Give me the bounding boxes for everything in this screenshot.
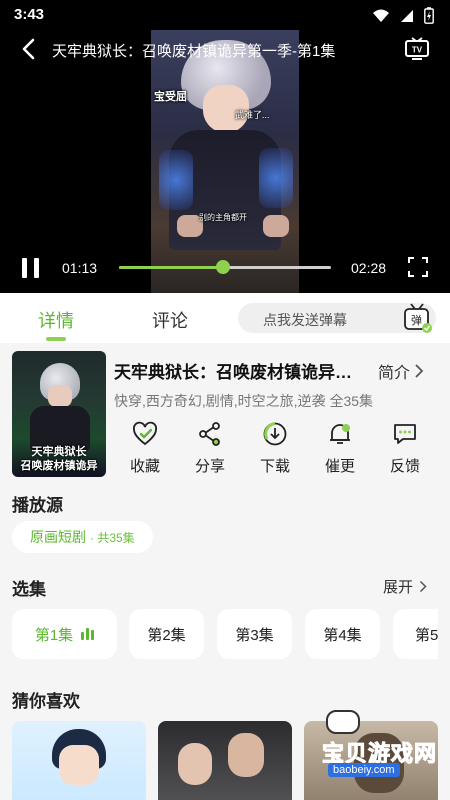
intro-link[interactable]: 简介: [378, 359, 424, 383]
watermark-url: baobeiy.com: [328, 763, 400, 777]
source-pill[interactable]: 原画短剧 · 共35集: [12, 521, 153, 553]
episode-item[interactable]: 第2集: [129, 609, 204, 659]
wifi-icon: [373, 9, 389, 22]
video-subtitle: 宝受屈: [154, 91, 187, 103]
progress-fill: [119, 266, 223, 269]
progress-thumb[interactable]: [215, 260, 230, 274]
chevron-right-icon: [415, 364, 424, 378]
urge-update-label: 催更: [324, 458, 355, 475]
tv-cast-icon[interactable]: TV: [404, 37, 430, 61]
download-icon: [263, 422, 287, 446]
chevron-right-icon: [419, 580, 427, 593]
video-subtitle: 别的主角都开: [199, 213, 247, 222]
danmu-toggle-icon[interactable]: 弹: [402, 302, 432, 334]
urge-update-button[interactable]: 催更: [315, 421, 365, 476]
show-tags: 快穿,西方奇幻,剧情,时空之旅,逆袭 全35集: [114, 393, 374, 409]
fullscreen-icon[interactable]: [408, 257, 428, 277]
expand-label: 展开: [383, 579, 414, 596]
feedback-label: 反馈: [389, 458, 420, 475]
favorite-label: 收藏: [129, 458, 160, 475]
episode-label: 第5: [415, 626, 438, 644]
feedback-button[interactable]: 反馈: [380, 421, 430, 476]
action-row: 收藏 分享 下载 催更 反馈: [114, 421, 444, 481]
heart-check-icon: [133, 421, 157, 446]
video-title: 天牢典狱长：召唤废材镇诡异第一季-第1集: [52, 43, 336, 60]
share-label: 分享: [194, 458, 225, 475]
share-button[interactable]: 分享: [185, 421, 235, 476]
danmu-input[interactable]: 点我发送弹幕 弹: [238, 303, 436, 333]
recommend-card[interactable]: [158, 721, 292, 800]
back-arrow-icon[interactable]: [18, 36, 42, 62]
status-time: 3:43: [14, 6, 45, 23]
tab-details[interactable]: 详情: [38, 307, 74, 333]
episode-item[interactable]: 第3集: [217, 609, 292, 659]
episode-item[interactable]: 第1集: [12, 609, 117, 659]
danmu-icon-label: 弹: [411, 313, 422, 327]
recommend-section-title: 猜你喜欢: [12, 692, 80, 711]
battery-icon: [424, 7, 434, 24]
progress-slider[interactable]: [119, 260, 331, 274]
site-watermark: 宝贝游戏网 baobeiy.com: [302, 700, 442, 780]
notify-bell-icon: [330, 424, 350, 444]
playing-bars-icon: [81, 628, 95, 640]
source-count: · 共35集: [90, 530, 135, 545]
status-bar: 3:43: [0, 0, 450, 30]
download-label: 下载: [259, 458, 290, 475]
total-time: 02:28: [351, 260, 387, 276]
tab-bar: 详情 评论 点我发送弹幕 弹: [0, 293, 450, 343]
tab-comments[interactable]: 评论: [152, 307, 188, 333]
svg-text:TV: TV: [412, 46, 423, 55]
episode-label: 第3集: [235, 626, 274, 644]
favorite-button[interactable]: 收藏: [120, 421, 170, 476]
recommend-card[interactable]: [12, 721, 146, 800]
download-button[interactable]: 下载: [250, 421, 300, 476]
episode-item[interactable]: 第4集: [305, 609, 380, 659]
poster-title-line2: 召唤废材镇诡异: [20, 460, 98, 472]
episode-label: 第2集: [147, 626, 186, 644]
intro-label: 简介: [378, 365, 411, 382]
source-section-title: 播放源: [12, 496, 63, 515]
signal-icon: [401, 9, 413, 22]
pause-button[interactable]: [22, 258, 40, 278]
share-icon: [199, 422, 220, 446]
gamepad-logo-icon: [326, 710, 360, 734]
episode-item[interactable]: 第5: [393, 609, 438, 659]
video-player[interactable]: 宝受屈 武难了... 别的主角都开 3:43 天牢典狱长：召唤废材镇诡异第一季-…: [0, 0, 450, 293]
feedback-icon: [394, 424, 416, 444]
show-title: 天牢典狱长：召唤废材镇诡异第一季: [114, 363, 364, 382]
active-tab-indicator: [46, 337, 66, 341]
video-subtitle: 武难了...: [235, 110, 270, 120]
expand-episodes-button[interactable]: 展开: [383, 576, 427, 597]
danmu-placeholder: 点我发送弹幕: [263, 312, 347, 328]
episode-label: 第4集: [323, 626, 362, 644]
source-name: 原画短剧: [30, 529, 86, 545]
current-time: 01:13: [62, 260, 98, 276]
episode-list: 第1集 第2集 第3集 第4集 第5: [12, 609, 438, 661]
episodes-section-title: 选集: [12, 580, 46, 599]
episode-label: 第1集: [34, 626, 74, 644]
show-poster[interactable]: 天牢典狱长 召唤废材镇诡异: [12, 351, 106, 477]
video-frame: 宝受屈 武难了... 别的主角都开: [151, 30, 299, 293]
